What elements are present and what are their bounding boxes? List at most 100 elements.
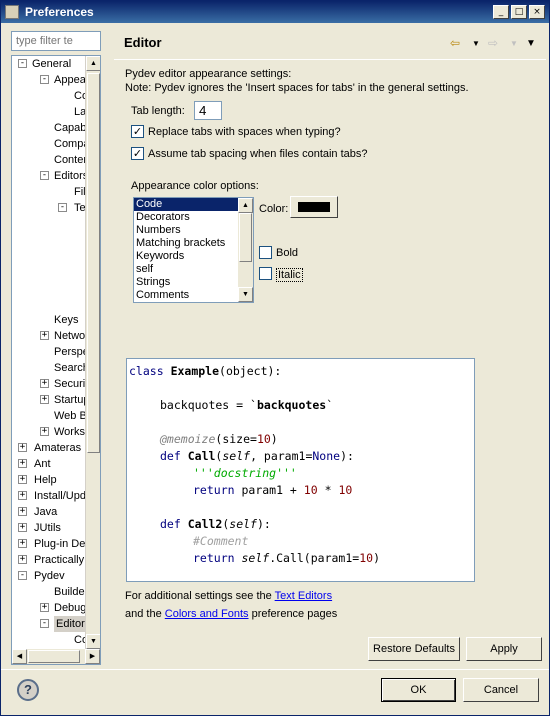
code-line: backquotes = `backquotes` [160, 398, 334, 412]
color-swatch [298, 202, 330, 212]
expand-icon[interactable]: + [18, 523, 27, 532]
apply-button[interactable]: Apply [466, 637, 542, 661]
chevron-down-icon[interactable]: ▼ [472, 39, 480, 48]
ok-button[interactable]: OK [381, 678, 456, 702]
expand-icon[interactable]: + [40, 427, 49, 436]
color-picker-button[interactable] [290, 196, 338, 218]
replace-tabs-checkbox[interactable]: ✓ [131, 125, 144, 138]
collapse-icon[interactable]: - [18, 571, 27, 580]
tab-length-input[interactable] [194, 101, 222, 120]
expand-icon[interactable]: + [18, 507, 27, 516]
header-divider [114, 59, 546, 60]
scroll-right-icon[interactable]: ▶ [85, 649, 100, 664]
bold-label: Bold [276, 247, 299, 259]
tree-item-builders[interactable]: Builder [54, 584, 88, 600]
code-line: #Comment [193, 534, 249, 548]
tab-length-label: Tab length: [131, 105, 185, 117]
scroll-left-icon[interactable]: ◀ [12, 649, 27, 664]
expand-icon[interactable]: + [40, 379, 49, 388]
list-scrollbar[interactable]: ▲ ▼ [238, 198, 253, 302]
code-line: return self.Call(param1=10) [193, 551, 380, 565]
scroll-down-icon[interactable]: ▼ [238, 287, 253, 302]
collapse-icon[interactable]: - [18, 59, 27, 68]
list-item[interactable]: Code [134, 198, 253, 211]
tree-item-search[interactable]: Search [54, 360, 89, 376]
collapse-icon[interactable]: - [40, 171, 49, 180]
color-label: Color: [259, 203, 289, 215]
expand-icon[interactable]: + [40, 331, 49, 340]
expand-icon[interactable]: + [18, 555, 27, 564]
color-options-list[interactable]: Code Decorators Numbers Matching bracket… [133, 197, 254, 303]
bold-checkbox[interactable] [259, 246, 272, 259]
filter-input[interactable] [11, 31, 101, 51]
expand-icon[interactable]: + [18, 491, 27, 500]
chevron-down-icon[interactable]: ▼ [510, 39, 518, 48]
window-title: Preferences [25, 5, 94, 19]
tree-item-content-types[interactable]: Conter [54, 152, 87, 168]
title-bar: Preferences _ □ × [1, 1, 549, 23]
code-line: @memoize(size=10) [160, 432, 278, 446]
expand-icon[interactable]: + [18, 475, 27, 484]
italic-checkbox[interactable] [259, 267, 272, 280]
tree-vertical-scrollbar[interactable]: ▲ ▼ [85, 56, 100, 649]
code-line: class Example(object): [129, 364, 282, 378]
replace-tabs-label: Replace tabs with spaces when typing? [148, 126, 341, 138]
code-line: '''docstring''' [193, 466, 297, 480]
page-description: Pydev editor appearance settings: Note: … [125, 68, 469, 94]
page-header: Editor ⇦ ▼ ⇨ ▼ ▼ [114, 29, 546, 59]
preferences-window: Preferences _ □ × - General - Appea Co L… [0, 0, 550, 716]
code-line: return param1 + 10 * 10 [193, 483, 353, 497]
list-item[interactable]: self [134, 263, 253, 276]
list-item[interactable]: Decorators [134, 211, 253, 224]
scroll-up-icon[interactable]: ▲ [86, 56, 100, 71]
tree-item-capabilities[interactable]: Capab [54, 120, 86, 136]
expand-icon[interactable]: + [40, 603, 49, 612]
close-button[interactable]: × [529, 5, 545, 19]
list-item[interactable]: Keywords [134, 250, 253, 263]
minimize-button[interactable]: _ [493, 5, 509, 19]
collapse-icon[interactable]: - [58, 203, 67, 212]
tree-item-web-browser[interactable]: Web B [54, 408, 87, 424]
code-line: def Call(self, param1=None): [160, 449, 354, 463]
italic-label: Italic [276, 268, 303, 282]
expand-icon[interactable]: + [18, 459, 27, 468]
preference-tree: - General - Appea Co Lal Capab Compa Con… [11, 55, 101, 665]
editor-settings-page: Pydev editor appearance settings: Note: … [114, 61, 546, 631]
arrow-left-icon[interactable]: ⇦ [450, 36, 460, 50]
tree-item-keys[interactable]: Keys [54, 312, 78, 328]
assume-tab-checkbox[interactable]: ✓ [131, 147, 144, 160]
list-item[interactable]: Strings [134, 276, 253, 289]
expand-icon[interactable]: + [18, 539, 27, 548]
scroll-down-icon[interactable]: ▼ [86, 634, 100, 649]
colors-and-fonts-link[interactable]: Colors and Fonts [165, 608, 249, 620]
arrow-right-icon[interactable]: ⇨ [488, 36, 498, 50]
maximize-button[interactable]: □ [511, 5, 527, 19]
view-menu-icon[interactable]: ▼ [526, 38, 536, 49]
app-icon [5, 5, 19, 19]
assume-tab-label: Assume tab spacing when files contain ta… [148, 148, 368, 160]
list-item[interactable]: Comments [134, 289, 253, 302]
appearance-color-options-label: Appearance color options: [131, 180, 259, 192]
scroll-thumb[interactable] [87, 73, 100, 453]
footer-divider [1, 669, 549, 670]
restore-defaults-button[interactable]: Restore Defaults [368, 637, 460, 661]
tree-item-perspectives[interactable]: Perspe [54, 344, 89, 360]
scroll-thumb[interactable] [239, 213, 252, 262]
collapse-icon[interactable]: - [40, 75, 49, 84]
scroll-thumb[interactable] [28, 650, 80, 663]
code-preview: class Example(object): backquotes = `bac… [126, 358, 475, 582]
text-editors-link[interactable]: Text Editors [275, 590, 332, 602]
help-icon[interactable]: ? [17, 679, 39, 701]
code-line: def Call2(self): [160, 517, 271, 531]
list-item[interactable]: Numbers [134, 224, 253, 237]
footer-line-1: For additional settings see the Text Edi… [125, 590, 333, 602]
list-item[interactable]: Matching brackets [134, 237, 253, 250]
page-title: Editor [124, 35, 162, 50]
expand-icon[interactable]: + [40, 395, 49, 404]
expand-icon[interactable]: + [18, 443, 27, 452]
footer-line-2: and the Colors and Fonts preference page… [125, 608, 338, 620]
tree-horizontal-scrollbar[interactable]: ◀ ▶ [12, 649, 100, 664]
collapse-icon[interactable]: - [40, 619, 49, 628]
scroll-up-icon[interactable]: ▲ [238, 198, 253, 213]
cancel-button[interactable]: Cancel [463, 678, 539, 702]
